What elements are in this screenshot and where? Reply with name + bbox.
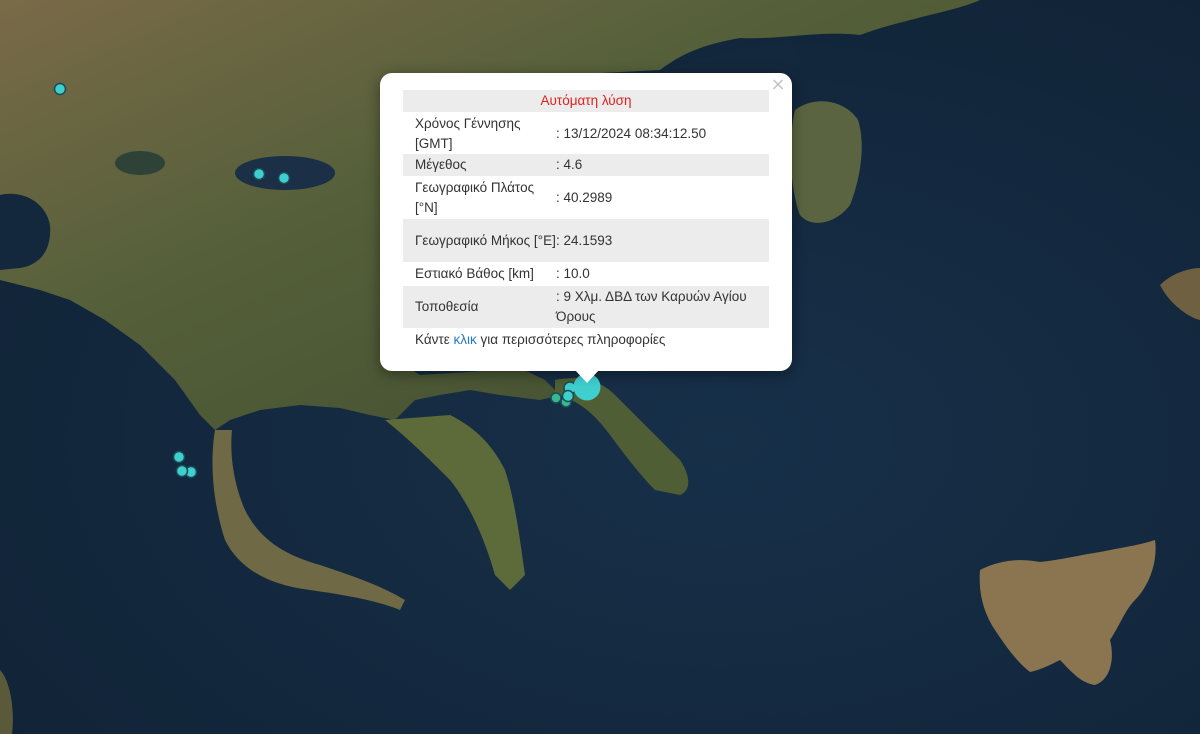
info-row-latitude: Γεωγραφικό Πλάτος [°N] : 40.2989 — [403, 176, 769, 219]
earthquake-marker-icon[interactable] — [550, 392, 562, 404]
info-label: Γεωγραφικό Πλάτος [°N] — [415, 179, 535, 215]
info-row-longitude: Γεωγραφικό Μήκος [°E] : 24.1593 — [403, 219, 769, 262]
more-info-link[interactable]: κλικ — [454, 332, 477, 347]
earthquake-info-popup: × Αυτόματη λύση Χρόνος Γέννησης [GMT] : … — [380, 73, 792, 371]
footer-suffix: για περισσότερες πληροφορίες — [480, 332, 666, 347]
info-value: : 9 Χλμ. ΔΒΔ των Καρυών Αγίου Όρους — [556, 286, 769, 328]
info-row-depth: Εστιακό Βάθος [km] : 10.0 — [403, 262, 769, 286]
info-row-magnitude: Μέγεθος : 4.6 — [403, 154, 769, 176]
info-label: Γεωγραφικό Μήκος [°E] — [403, 219, 556, 262]
earthquake-marker-icon[interactable] — [172, 450, 186, 464]
info-label: Μέγεθος — [403, 154, 556, 176]
earthquake-info-table: Χρόνος Γέννησης [GMT] : 13/12/2024 08:34… — [403, 113, 769, 328]
earthquake-marker-icon[interactable] — [175, 464, 189, 478]
info-value: : 10.0 — [556, 266, 590, 281]
earthquake-marker-icon[interactable] — [561, 389, 575, 403]
popup-header: Αυτόματη λύση — [403, 90, 769, 112]
popup-tip — [575, 370, 599, 383]
info-label: Εστιακό Βάθος [km] — [415, 266, 534, 281]
lake-koroneia — [115, 151, 165, 175]
info-value: : 24.1593 — [556, 219, 769, 262]
popup-footer: Κάντε κλικ για περισσότερες πληροφορίες — [415, 332, 665, 347]
close-icon[interactable]: × — [770, 76, 786, 94]
info-label: Τοποθεσία — [403, 286, 556, 328]
info-row-location: Τοποθεσία : 9 Χλμ. ΔΒΔ των Καρυών Αγίου … — [403, 286, 769, 328]
earthquake-marker-icon[interactable] — [53, 82, 67, 96]
info-value: : 13/12/2024 08:34:12.50 — [556, 125, 707, 141]
info-value: : 4.6 — [556, 154, 769, 176]
earthquake-marker-icon[interactable] — [252, 167, 266, 181]
info-row-origin-time: Χρόνος Γέννησης [GMT] : 13/12/2024 08:34… — [403, 113, 769, 154]
info-label: Χρόνος Γέννησης [GMT] — [415, 115, 521, 151]
info-value: : 40.2989 — [556, 189, 613, 205]
earthquake-marker-icon[interactable] — [277, 171, 291, 185]
footer-prefix: Κάντε — [415, 332, 450, 347]
